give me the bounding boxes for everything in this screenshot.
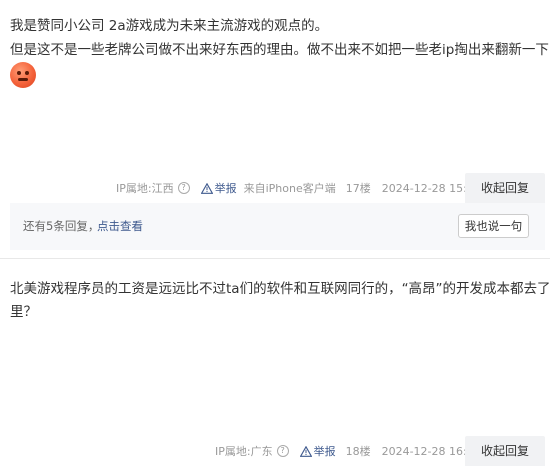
question-icon[interactable]: ? xyxy=(177,182,190,194)
ip-location-text: IP属地:广东 xyxy=(215,445,273,458)
reply-button[interactable]: 我也说一句 xyxy=(458,214,529,238)
reply-panel: 还有5条回复， 点击查看 我也说一句 xyxy=(10,203,545,250)
report-link[interactable]: 举报 xyxy=(299,443,336,459)
floor-number: 17楼 xyxy=(345,182,371,195)
post-meta: IP属地:广东 ? 举报 18楼 2024-12-28 16:03 xyxy=(215,441,481,461)
more-replies-text: 还有5条回复， xyxy=(23,219,100,233)
post-text-line: 里？ xyxy=(10,304,37,320)
post-text-line: 但是这不是一些老牌公司做不出来好东西的理由。做不出来不如把一些老ip掏出来翻新一… xyxy=(10,42,549,58)
ip-location: IP属地:广东 ? xyxy=(215,443,289,459)
question-icon[interactable]: ? xyxy=(276,445,289,457)
ip-location-text: IP属地:江西 xyxy=(116,182,174,195)
angry-face-emoji-icon xyxy=(10,62,36,88)
post-text-line: 我是赞同小公司 2a游戏成为未来主流游戏的观点的。 xyxy=(10,18,329,34)
ip-location: IP属地:江西 ? xyxy=(116,180,190,196)
view-more-replies-link[interactable]: 点击查看 xyxy=(97,218,143,234)
post-divider xyxy=(0,258,550,259)
warning-icon xyxy=(299,445,312,457)
collapse-replies-tab[interactable]: 收起回复 xyxy=(465,173,545,203)
collapse-replies-tab[interactable]: 收起回复 xyxy=(465,436,545,466)
report-link[interactable]: 举报 xyxy=(200,180,237,196)
client-source: 来自iPhone客户端 xyxy=(243,182,336,195)
post-floor-17: 我是赞同小公司 2a游戏成为未来主流游戏的观点的。 但是这不是一些老牌公司做不出… xyxy=(0,0,550,253)
report-label: 举报 xyxy=(214,182,237,195)
report-label: 举报 xyxy=(313,445,336,458)
warning-icon xyxy=(200,182,213,194)
post-meta: IP属地:江西 ? 举报 来自iPhone客户端 17楼 2024-12-28 … xyxy=(116,178,481,198)
floor-number: 18楼 xyxy=(345,445,371,458)
post-text-line: 北美游戏程序员的工资是远远比不过ta们的软件和互联网同行的，“高昂”的开发成本都… xyxy=(10,281,550,297)
